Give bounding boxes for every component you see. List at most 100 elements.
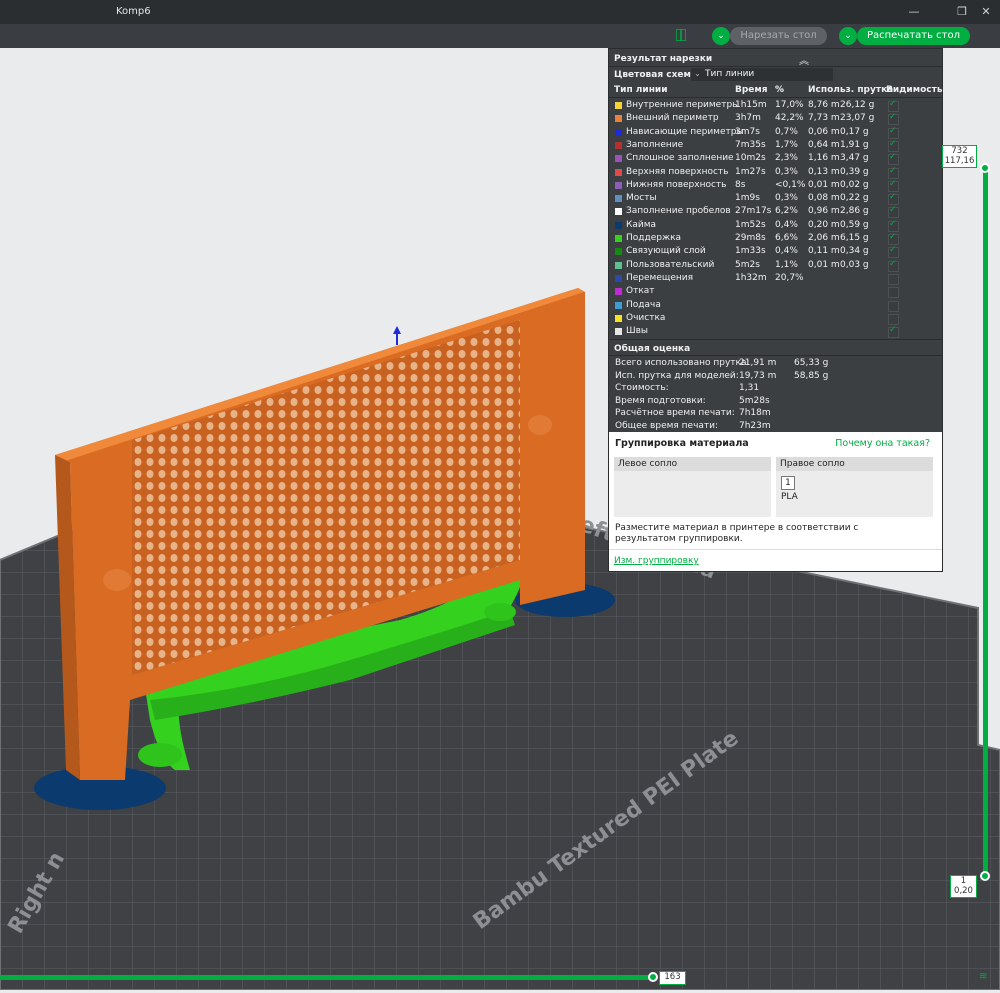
- move-slider-handle[interactable]: [648, 972, 658, 982]
- line-type-percent: 42,2%: [775, 113, 804, 124]
- layer-slider-top-handle[interactable]: [980, 163, 990, 173]
- visibility-checkbox[interactable]: [888, 287, 899, 299]
- line-type-time: 1h15m: [735, 100, 767, 110]
- visibility-checkbox[interactable]: [888, 219, 899, 232]
- visibility-checkbox[interactable]: [888, 192, 899, 206]
- color-swatch: [615, 314, 622, 322]
- col-header-pct: %: [775, 85, 785, 95]
- visibility-checkbox[interactable]: [888, 300, 899, 312]
- close-icon[interactable]: ✕: [978, 4, 994, 20]
- visibility-checkbox[interactable]: [888, 205, 899, 219]
- line-type-time: 5m2s: [735, 259, 760, 270]
- visibility-checkbox[interactable]: [888, 259, 899, 272]
- line-type-row: Внешний периметр 3h7m 42,2% 7,73 m 23,07 g: [609, 112, 942, 126]
- line-type-time: 7m35s: [735, 139, 766, 150]
- line-type-weight: 0,34 g: [840, 246, 869, 257]
- line-type-time: 1m27s: [735, 166, 766, 177]
- summary-value: 1,31: [739, 383, 760, 393]
- line-type-length: 0,01 m: [808, 179, 840, 190]
- summary-label: Время подготовки:: [615, 395, 706, 406]
- line-type-time: 8s: [735, 179, 746, 190]
- line-type-row: Очистка: [609, 312, 942, 325]
- line-type-length: 0,08 m: [808, 193, 840, 204]
- color-swatch: [615, 128, 622, 136]
- color-swatch: [615, 261, 622, 269]
- why-link[interactable]: Почему она такая?: [835, 438, 930, 449]
- line-type-length: 0,96 m: [808, 206, 840, 217]
- minimize-icon[interactable]: —: [906, 4, 922, 20]
- left-nozzle-box: Левое сопло: [614, 457, 771, 517]
- layers-icon[interactable]: ≋: [979, 971, 987, 982]
- visibility-checkbox[interactable]: [888, 166, 899, 179]
- line-type-length: 0,20 m: [808, 219, 840, 230]
- visibility-checkbox[interactable]: [888, 232, 899, 245]
- move-slider-track[interactable]: [0, 975, 656, 980]
- color-swatch: [615, 195, 622, 203]
- bottom-layer-number: 1: [960, 876, 967, 886]
- line-type-weight: 26,12 g: [840, 100, 875, 110]
- visibility-checkbox[interactable]: [888, 99, 899, 112]
- color-swatch: [615, 248, 622, 256]
- change-grouping-link[interactable]: Изм. группировку: [614, 556, 699, 566]
- slice-plate-button[interactable]: Нарезать стол: [730, 27, 827, 45]
- color-swatch: [615, 155, 622, 163]
- layer-slider-top-label: 732 117,16: [942, 145, 977, 168]
- line-type-name: Заполнение пробелов: [626, 206, 731, 217]
- visibility-checkbox[interactable]: [888, 152, 899, 166]
- line-type-time: 29m8s: [735, 233, 766, 243]
- color-swatch: [615, 235, 622, 242]
- visibility-checkbox[interactable]: [888, 313, 899, 325]
- bottom-layer-height: 0,20: [954, 886, 973, 896]
- line-type-row: Откат: [609, 285, 942, 299]
- color-scheme-label: Цветовая схема: [614, 70, 697, 80]
- line-type-name: Поддержка: [626, 233, 682, 243]
- move-slider-value: 163: [659, 971, 686, 985]
- slice-dropdown-chevron-icon[interactable]: ⌄: [712, 27, 730, 45]
- color-swatch: [615, 102, 622, 109]
- print-plate-button[interactable]: Распечатать стол: [857, 27, 970, 45]
- color-swatch: [615, 301, 622, 309]
- line-type-percent: 1,7%: [775, 139, 798, 150]
- visibility-checkbox[interactable]: [888, 126, 899, 139]
- line-type-weight: 0,03 g: [840, 259, 869, 270]
- line-type-row: Кайма 1m52s 0,4% 0,20 m 0,59 g: [609, 219, 942, 232]
- line-type-name: Швы: [626, 326, 649, 337]
- visibility-checkbox[interactable]: [888, 139, 899, 152]
- filament-material: PLA: [781, 492, 798, 502]
- line-type-time: 1h32m: [735, 272, 767, 283]
- visibility-checkbox[interactable]: [888, 112, 899, 126]
- restore-icon[interactable]: ❐: [954, 4, 970, 20]
- layer-slider-track[interactable]: [983, 168, 988, 876]
- line-type-row: Пользовательский 5m2s 1,1% 0,01 m 0,03 g: [609, 259, 942, 272]
- color-swatch: [615, 141, 622, 149]
- line-type-row: Перемещения 1h32m 20,7%: [609, 272, 942, 285]
- table-header: Тип линии Время % Использ. прутка Видимо…: [609, 84, 943, 97]
- color-scheme-select[interactable]: ⌄ Тип линии: [691, 68, 833, 81]
- visibility-checkbox[interactable]: [888, 273, 899, 285]
- line-type-time: 1m9s: [735, 193, 760, 204]
- line-type-percent: 17,0%: [775, 100, 804, 110]
- line-type-name: Мосты: [626, 193, 657, 204]
- window-title: Komp6: [116, 6, 151, 17]
- visibility-checkbox[interactable]: [888, 179, 899, 192]
- line-type-time: 1m52s: [735, 219, 766, 230]
- layer-slider-bottom-handle[interactable]: [980, 871, 990, 881]
- summary-value: 7h18m: [739, 408, 771, 418]
- line-type-name: Очистка: [626, 312, 666, 323]
- grouping-title: Группировка материала: [615, 438, 749, 449]
- visibility-checkbox[interactable]: [888, 325, 899, 339]
- col-header-visibility: Видимость: [886, 85, 943, 95]
- color-swatch: [615, 328, 622, 336]
- line-type-row: Заполнение 7m35s 1,7% 0,64 m 1,91 g: [609, 139, 942, 152]
- collapse-chevron-icon[interactable]: ︽: [799, 52, 809, 67]
- color-swatch: [615, 168, 622, 176]
- color-swatch: [615, 181, 622, 189]
- color-swatch: [615, 208, 622, 216]
- slice-result-panel: Результат нарезки ︽ Цветовая схема ⌄ Тип…: [608, 48, 943, 572]
- grouping-note: Разместите материал в принтере в соответ…: [615, 523, 859, 544]
- print-dropdown-chevron-icon[interactable]: ⌄: [839, 27, 857, 45]
- visibility-checkbox[interactable]: [888, 245, 899, 259]
- line-type-weight: 6,15 g: [840, 233, 869, 243]
- filament-slot-badge[interactable]: 1: [781, 476, 795, 490]
- layout-icon[interactable]: [675, 28, 687, 42]
